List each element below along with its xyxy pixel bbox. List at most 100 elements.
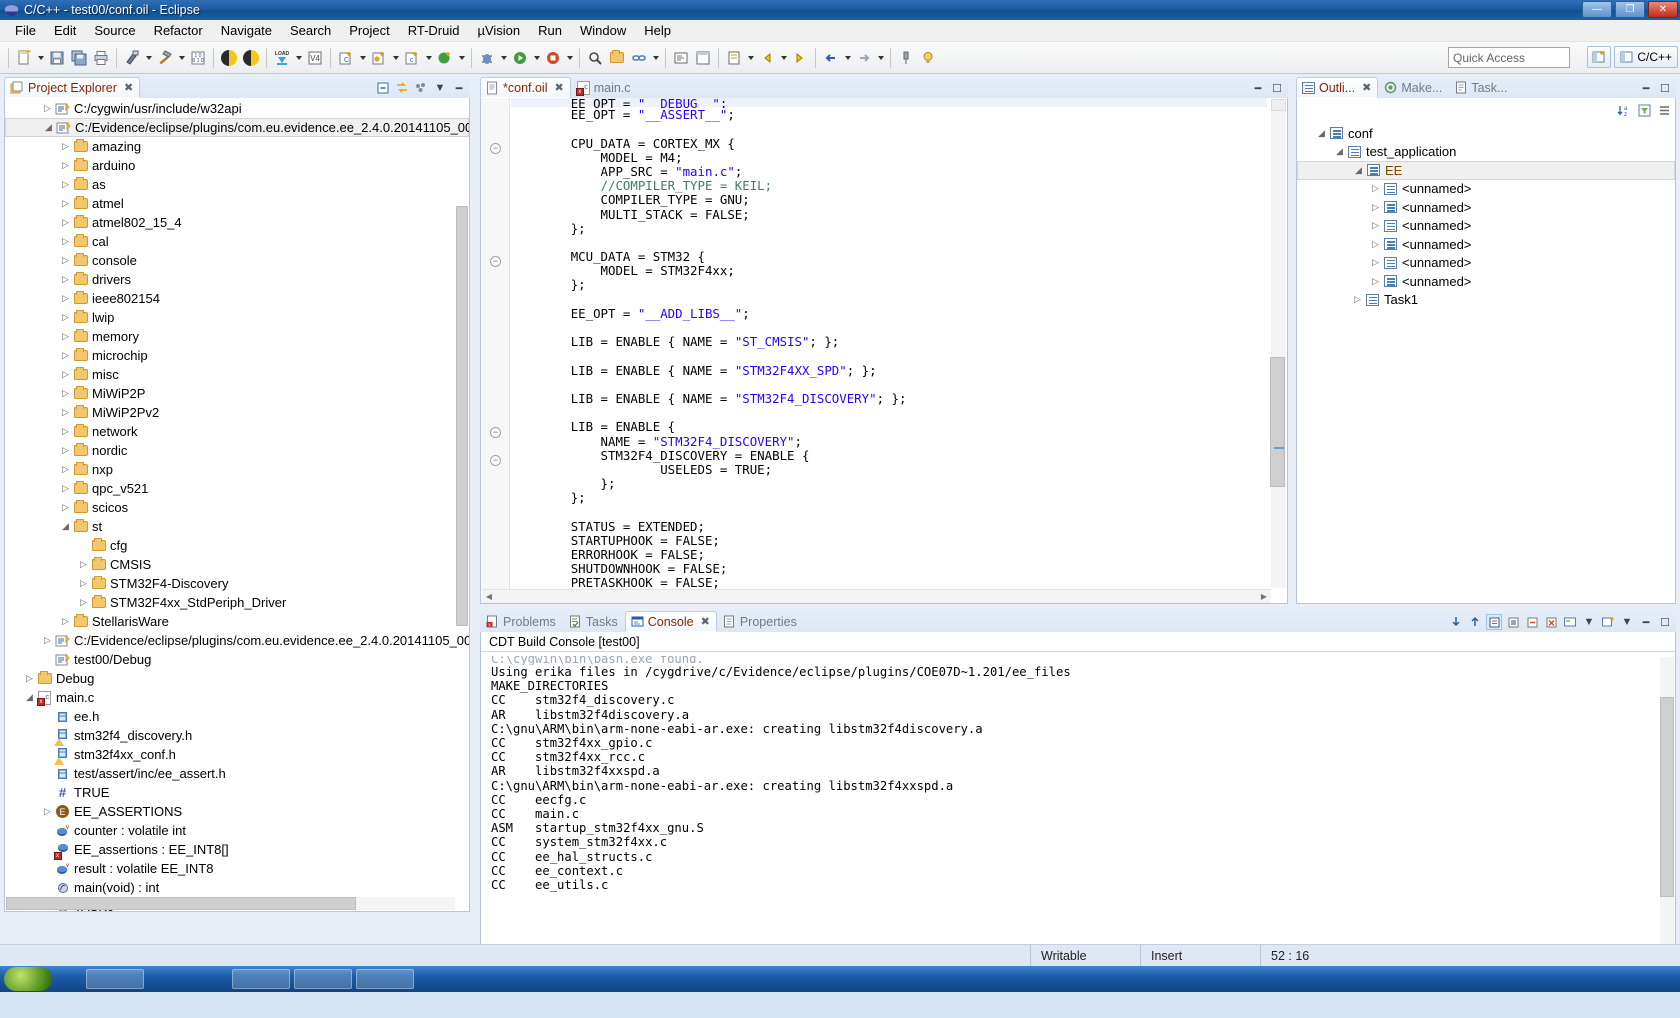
load-icon[interactable]: LOAD xyxy=(271,47,293,69)
tree-item[interactable]: cfg xyxy=(5,536,469,555)
outline-item[interactable]: ▷ Task1 xyxy=(1297,291,1675,310)
menu-run[interactable]: Run xyxy=(529,21,571,40)
toggle-right-icon[interactable] xyxy=(240,47,262,69)
taskbar-window[interactable] xyxy=(86,969,144,989)
new-file-dropdown-icon[interactable] xyxy=(35,47,46,69)
scroll-right-arrow-icon[interactable]: ▶ xyxy=(1257,590,1271,603)
new-file-icon[interactable] xyxy=(13,47,35,69)
collapsed-arrow-icon[interactable]: ▷ xyxy=(59,388,72,399)
tab-project-explorer[interactable]: Project Explorer ✖ xyxy=(4,77,141,98)
console-output[interactable]: C:\cygwin\bin\bash.exe found. Using erika… xyxy=(491,656,1659,945)
tree-item[interactable]: ▷ C:/cygwin/usr/include/w32api xyxy=(5,99,469,118)
chevron-down-icon[interactable]: ▼ xyxy=(1581,614,1597,630)
collapsed-arrow-icon[interactable]: ▷ xyxy=(41,635,54,646)
toggle-left-icon[interactable] xyxy=(218,47,240,69)
new-class-dropdown-icon[interactable] xyxy=(390,47,401,69)
open-folder-icon[interactable] xyxy=(606,47,628,69)
new-c-project-icon[interactable]: C xyxy=(335,47,357,69)
collapsed-arrow-icon[interactable]: ▷ xyxy=(59,274,72,285)
clear-console-icon[interactable] xyxy=(1486,614,1502,630)
minimize-icon[interactable]: ━ xyxy=(1638,80,1654,96)
close-icon[interactable]: ✖ xyxy=(124,81,133,94)
maximize-icon[interactable]: ☐ xyxy=(1657,614,1673,630)
tree-item[interactable]: # TRUE xyxy=(5,783,469,802)
tree-item[interactable]: ▷ MiWiP2P xyxy=(5,384,469,403)
save-icon[interactable] xyxy=(46,47,68,69)
outline-item[interactable]: ▷ <unnamed> xyxy=(1297,180,1675,199)
tree-item[interactable]: test/assert/inc/ee_assert.h xyxy=(5,764,469,783)
editor-icon[interactable] xyxy=(692,47,714,69)
outline-item[interactable]: ▷ <unnamed> xyxy=(1297,235,1675,254)
tab-conf-oil[interactable]: *conf.oil ✖ xyxy=(480,77,571,98)
load-dropdown-icon[interactable] xyxy=(293,47,304,69)
forward-dropdown-icon[interactable] xyxy=(875,47,886,69)
tree-item[interactable]: ▷ nxp xyxy=(5,460,469,479)
tree-item[interactable]: ▷ cal xyxy=(5,232,469,251)
tree-item[interactable]: ▷ microchip xyxy=(5,346,469,365)
tree-item[interactable]: ▷ StellarisWare xyxy=(5,612,469,631)
print-icon[interactable] xyxy=(90,47,112,69)
editor-gutter[interactable] xyxy=(481,98,510,589)
vscrollbar-thumb[interactable] xyxy=(1270,357,1285,487)
tree-item[interactable]: ◢ st xyxy=(5,517,469,536)
tree-item[interactable]: stm32f4xx_conf.h xyxy=(5,745,469,765)
next-annotation-icon[interactable] xyxy=(789,47,811,69)
perspective-cpp-button[interactable]: C/C++ xyxy=(1614,46,1678,68)
run-icon[interactable] xyxy=(509,47,531,69)
tree-item[interactable]: test00/Debug xyxy=(5,650,469,669)
debug-icon[interactable] xyxy=(476,47,498,69)
editor-hscrollbar[interactable]: ◀ ▶ xyxy=(482,589,1271,603)
collapsed-arrow-icon[interactable]: ▷ xyxy=(59,616,72,627)
collapsed-arrow-icon[interactable]: ▷ xyxy=(1369,239,1382,250)
hscrollbar-thumb[interactable] xyxy=(6,897,356,910)
vscrollbar-thumb[interactable] xyxy=(1660,697,1674,897)
minimize-button[interactable]: — xyxy=(1582,1,1612,18)
link-dropdown-icon[interactable] xyxy=(650,47,661,69)
expanded-arrow-icon[interactable]: ◢ xyxy=(1352,165,1365,176)
project-explorer-tree[interactable]: ▷ C:/cygwin/usr/include/w32api ◢ C:/Evidenc… xyxy=(4,98,470,912)
collapsed-arrow-icon[interactable]: ▷ xyxy=(59,293,72,304)
collapsed-arrow-icon[interactable]: ▷ xyxy=(1369,257,1382,268)
expanded-arrow-icon[interactable]: ◢ xyxy=(42,122,55,133)
console-panel[interactable]: CDT Build Console [test00] C:\cygwin\bin… xyxy=(480,632,1676,948)
expanded-arrow-icon[interactable]: ◢ xyxy=(23,692,36,703)
expanded-arrow-icon[interactable]: ◢ xyxy=(1315,128,1328,139)
fold-collapse-icon[interactable]: − xyxy=(490,142,501,154)
minimize-icon[interactable]: ━ xyxy=(451,80,467,96)
collapsed-arrow-icon[interactable]: ▷ xyxy=(59,369,72,380)
uvision-icon[interactable]: V4 xyxy=(304,47,326,69)
menu-rt-druid[interactable]: RT-Druid xyxy=(399,21,469,40)
forward-icon[interactable] xyxy=(853,47,875,69)
taskbar-window[interactable] xyxy=(232,969,290,989)
new-class-icon[interactable] xyxy=(368,47,390,69)
tree-item[interactable]: stm32f4_discovery.h xyxy=(5,726,469,746)
editor-vscrollbar[interactable] xyxy=(1270,99,1286,588)
build-hammer-icon[interactable] xyxy=(154,47,176,69)
collapsed-arrow-icon[interactable]: ▷ xyxy=(77,597,90,608)
menu-uvision[interactable]: µVision xyxy=(468,21,529,40)
taskbar-window[interactable] xyxy=(294,969,352,989)
back-icon[interactable] xyxy=(820,47,842,69)
maximize-button[interactable]: ❐ xyxy=(1615,1,1645,18)
scroll-left-arrow-icon[interactable]: ◀ xyxy=(482,590,496,603)
tree-item[interactable]: ▷ CMSIS xyxy=(5,555,469,574)
collapsed-arrow-icon[interactable]: ▷ xyxy=(59,217,72,228)
tab-problems[interactable]: x Problems xyxy=(480,611,563,632)
tree-item[interactable]: ▷ scicos xyxy=(5,498,469,517)
console-icon[interactable] xyxy=(670,47,692,69)
collapsed-arrow-icon[interactable]: ▷ xyxy=(1369,220,1382,231)
save-all-icon[interactable] xyxy=(68,47,90,69)
terminate-icon[interactable] xyxy=(1505,614,1521,630)
tab-console[interactable]: Console ✖ xyxy=(624,611,717,632)
marker-icon[interactable] xyxy=(723,47,745,69)
binary-icon[interactable]: 1 00 1 0 xyxy=(187,47,209,69)
marker-dropdown-icon[interactable] xyxy=(745,47,756,69)
display-console-icon[interactable] xyxy=(1562,614,1578,630)
run-green-dropdown-icon[interactable] xyxy=(456,47,467,69)
project-explorer-vscrollbar-thumb[interactable] xyxy=(456,206,468,626)
tree-item[interactable]: ▷ misc xyxy=(5,365,469,384)
link-icon[interactable] xyxy=(628,47,650,69)
menu-navigate[interactable]: Navigate xyxy=(212,21,281,40)
remove-icon[interactable] xyxy=(1524,614,1540,630)
close-icon[interactable]: ✖ xyxy=(554,81,563,94)
